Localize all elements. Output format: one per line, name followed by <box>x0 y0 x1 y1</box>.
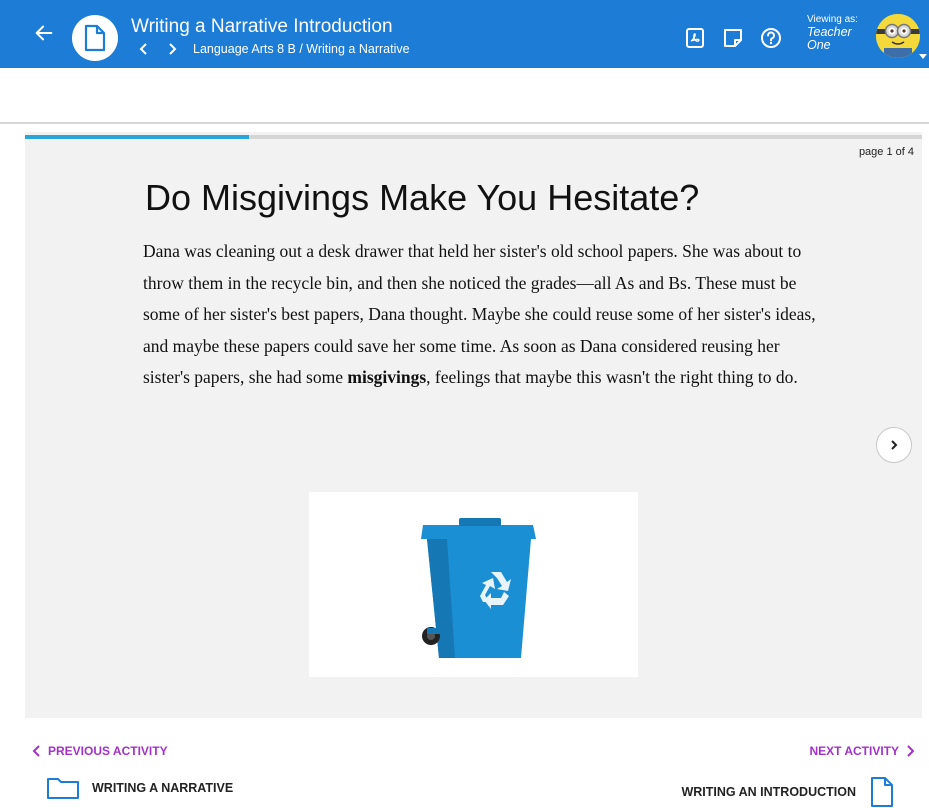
previous-activity-item[interactable]: WRITING A NARRATIVE <box>46 776 233 800</box>
previous-activity-link[interactable]: PREVIOUS ACTIVITY <box>32 744 168 758</box>
body-text-part-1: Dana was cleaning out a desk drawer that… <box>143 241 816 387</box>
viewer-name: Teacher One <box>807 25 852 52</box>
account-caret-icon[interactable] <box>919 54 927 60</box>
note-icon[interactable] <box>722 27 744 49</box>
chevron-right-icon[interactable] <box>165 42 179 56</box>
next-activity-label: NEXT ACTIVITY <box>809 744 899 758</box>
breadcrumb-path[interactable]: Language Arts 8 B / Writing a Narrative <box>193 42 410 56</box>
slide-title: Do Misgivings Make You Hesitate? <box>145 177 700 218</box>
body-bold-term: misgivings <box>347 367 427 387</box>
chevron-left-icon[interactable] <box>137 42 151 56</box>
activity-navigation-footer: PREVIOUS ACTIVITY WRITING A NARRATIVE NE… <box>0 730 929 807</box>
document-icon <box>84 24 106 52</box>
page-indicator: page 1 of 4 <box>858 146 914 158</box>
previous-activity-name: WRITING A NARRATIVE <box>92 781 234 795</box>
slide-content: page 1 of 4 Do Misgivings Make You Hesit… <box>25 132 922 718</box>
viewing-as: Viewing as: Teacher One <box>807 13 867 52</box>
progress-bar <box>25 135 922 139</box>
help-circle-icon[interactable] <box>760 27 782 49</box>
pdf-icon[interactable] <box>684 27 706 49</box>
folder-icon <box>47 778 79 799</box>
minion-avatar-icon <box>876 14 920 58</box>
secondary-toolbar <box>0 68 929 124</box>
back-arrow-icon[interactable] <box>33 22 55 44</box>
avatar[interactable] <box>876 14 920 58</box>
chevron-left-icon <box>32 745 40 757</box>
activity-title: Writing a Narrative Introduction <box>131 16 393 37</box>
previous-activity-label: PREVIOUS ACTIVITY <box>48 744 168 758</box>
next-activity-name: WRITING AN INTRODUCTION <box>681 785 856 799</box>
next-activity-item[interactable]: WRITING AN INTRODUCTION <box>681 776 894 808</box>
body-text-part-2: , feelings that maybe this wasn't the ri… <box>426 367 798 387</box>
document-icon <box>871 777 893 807</box>
chevron-right-icon <box>907 745 915 757</box>
next-activity-link[interactable]: NEXT ACTIVITY <box>809 744 915 758</box>
next-page-button[interactable] <box>876 427 912 463</box>
recycle-bin-icon <box>421 518 536 658</box>
top-header-bar: Writing a Narrative Introduction Languag… <box>0 0 929 68</box>
progress-fill <box>25 135 250 139</box>
recycle-bin-image <box>309 492 638 677</box>
viewing-as-label: Viewing as: <box>807 14 858 25</box>
breadcrumb: Language Arts 8 B / Writing a Narrative <box>131 42 410 56</box>
chevron-right-icon <box>891 440 898 450</box>
slide-body-text: Dana was cleaning out a desk drawer that… <box>143 236 823 394</box>
activity-document-badge <box>72 15 118 61</box>
